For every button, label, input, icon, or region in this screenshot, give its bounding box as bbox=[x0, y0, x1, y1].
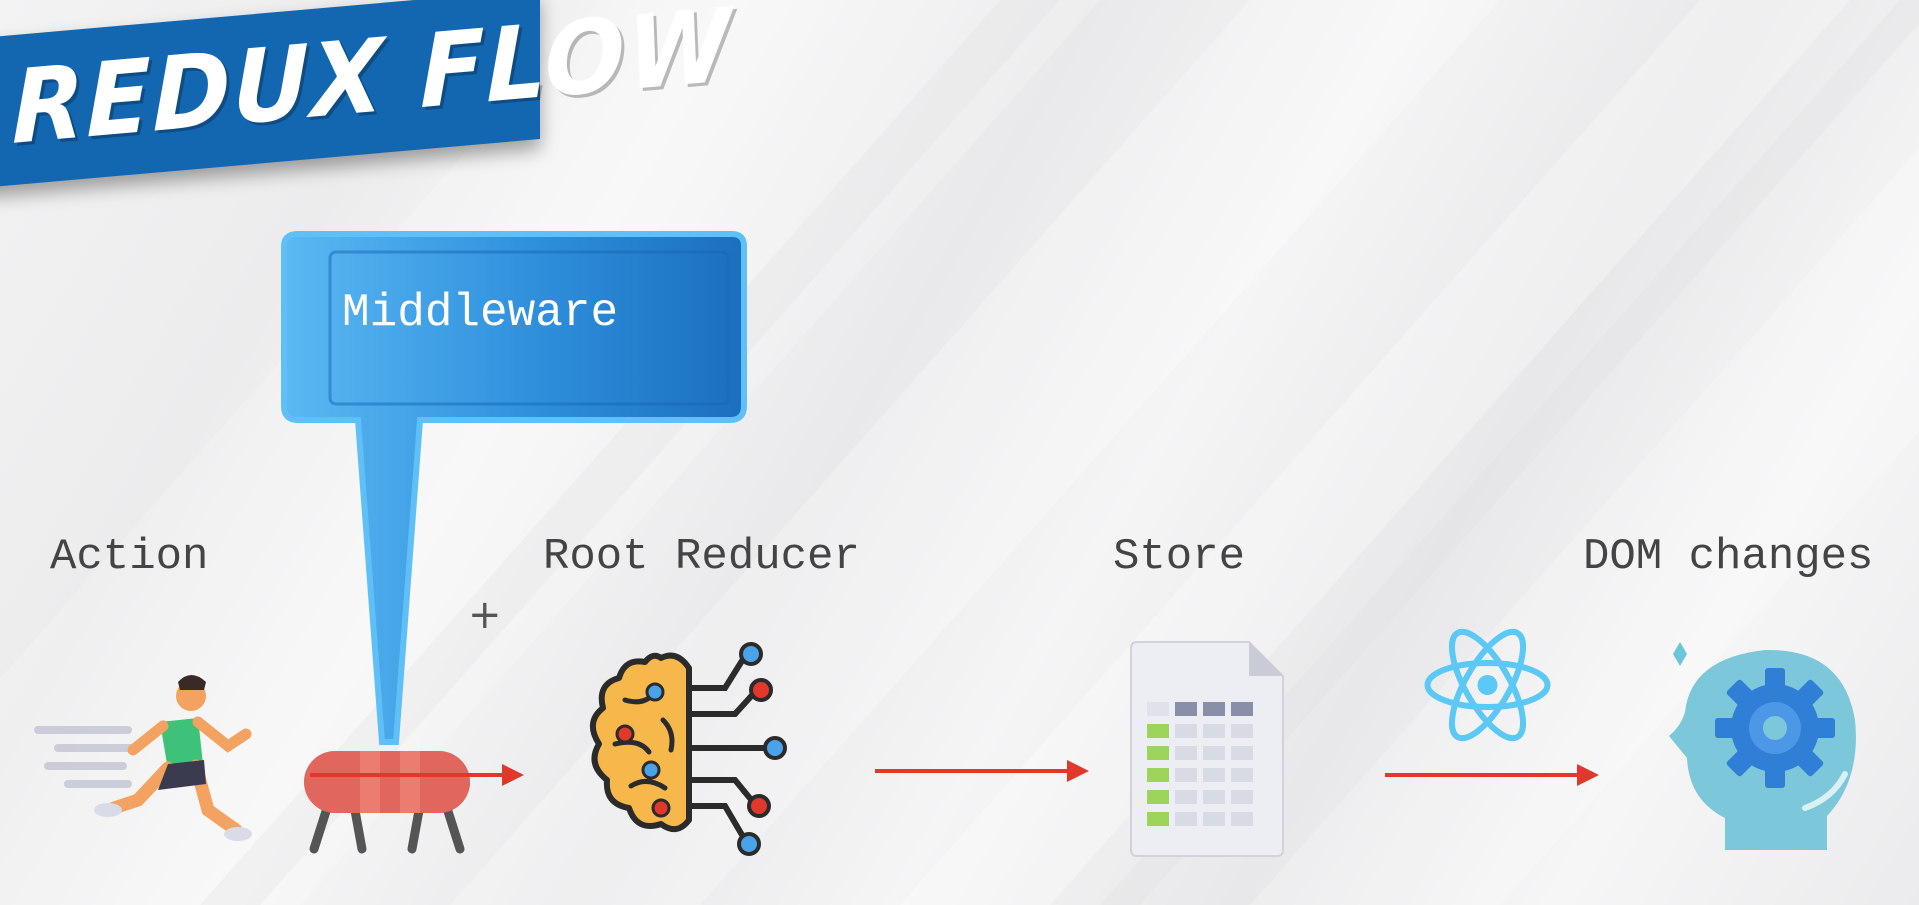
store-label: Store bbox=[1113, 532, 1246, 582]
arrow-action-to-reducer bbox=[310, 764, 524, 786]
middleware-label: Middleware bbox=[342, 287, 619, 339]
arrow-store-to-dom bbox=[1385, 764, 1599, 786]
spreadsheet-document-icon bbox=[1130, 641, 1284, 857]
runner-icon bbox=[34, 675, 252, 841]
root-reducer-label: Root Reducer bbox=[543, 532, 860, 582]
arrow-reducer-to-store bbox=[875, 760, 1089, 782]
head-gear-icon bbox=[1669, 642, 1856, 850]
dom-changes-label: DOM changes bbox=[1583, 532, 1874, 582]
brain-circuit-icon bbox=[590, 642, 787, 856]
plus-mark: + bbox=[468, 592, 502, 638]
action-label: Action bbox=[50, 532, 209, 582]
react-logo-icon bbox=[1424, 628, 1551, 742]
